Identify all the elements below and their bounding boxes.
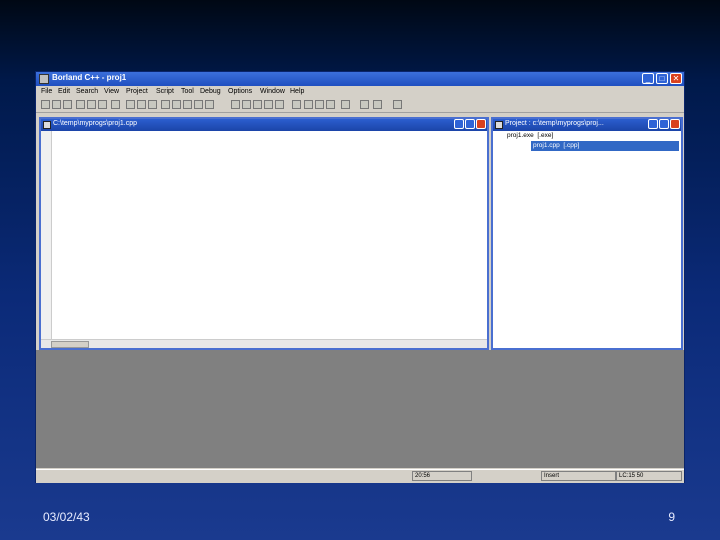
run-icon[interactable] bbox=[194, 100, 203, 109]
project-title-bar[interactable]: Project : c:\temp\myprogs\proj... bbox=[493, 119, 681, 131]
code-editor[interactable] bbox=[41, 131, 487, 340]
borland-ide-window: Borland C++ - proj1 _ □ ✕ File Edit Sear… bbox=[35, 71, 685, 483]
breakpoint-icon[interactable] bbox=[253, 100, 262, 109]
messages-icon[interactable] bbox=[341, 100, 350, 109]
menu-tool[interactable]: Tool bbox=[181, 86, 194, 97]
tree-node-exe[interactable]: proj1.exe [.exe] bbox=[495, 131, 679, 141]
redo-icon[interactable] bbox=[137, 100, 146, 109]
help-icon[interactable] bbox=[393, 100, 402, 109]
find-icon[interactable] bbox=[148, 100, 157, 109]
project-maximize-button[interactable] bbox=[659, 119, 669, 129]
menu-search[interactable]: Search bbox=[76, 86, 98, 97]
horizontal-scrollbar[interactable] bbox=[41, 339, 487, 348]
menu-view[interactable]: View bbox=[104, 86, 119, 97]
project-minimize-button[interactable] bbox=[648, 119, 658, 129]
toolbar bbox=[36, 97, 684, 113]
slide-page-number: 9 bbox=[668, 510, 675, 524]
status-time: 20:56 bbox=[412, 471, 472, 481]
inspect-icon[interactable] bbox=[275, 100, 284, 109]
status-position: LC:15 50 bbox=[616, 471, 682, 481]
menu-help[interactable]: Help bbox=[290, 86, 304, 97]
open-icon[interactable] bbox=[52, 100, 61, 109]
tree-node-cpp[interactable]: proj1.cpp [.cpp] bbox=[531, 141, 679, 151]
toggle-icon[interactable] bbox=[304, 100, 313, 109]
editor-close-button[interactable] bbox=[476, 119, 486, 129]
watch-icon[interactable] bbox=[264, 100, 273, 109]
menu-script[interactable]: Script bbox=[156, 86, 174, 97]
window-cascade-icon[interactable] bbox=[373, 100, 382, 109]
cut-icon[interactable] bbox=[87, 100, 96, 109]
undo-icon[interactable] bbox=[126, 100, 135, 109]
replace-icon[interactable] bbox=[161, 100, 170, 109]
project-tree: proj1.exe [.exe] proj1.cpp [.cpp] bbox=[495, 131, 679, 151]
slide-date: 03/02/43 bbox=[43, 510, 90, 524]
new-file-icon[interactable] bbox=[41, 100, 50, 109]
menu-edit[interactable]: Edit bbox=[58, 86, 70, 97]
editor-maximize-button[interactable] bbox=[465, 119, 475, 129]
menu-options[interactable]: Options bbox=[228, 86, 252, 97]
tree-node-label: proj1.cpp [.cpp] bbox=[533, 142, 580, 149]
editor-title-bar[interactable]: C:\temp\myprogs\proj1.cpp bbox=[41, 119, 487, 131]
status-mode: Insert bbox=[541, 471, 616, 481]
project-close-button[interactable] bbox=[670, 119, 680, 129]
project-title: Project : c:\temp\myprogs\proj... bbox=[505, 120, 604, 127]
editor-file-icon bbox=[43, 121, 51, 129]
scrollbar-thumb[interactable] bbox=[51, 341, 89, 348]
make-icon[interactable] bbox=[183, 100, 192, 109]
step-icon[interactable] bbox=[231, 100, 240, 109]
menu-window[interactable]: Window bbox=[260, 86, 285, 97]
menu-project[interactable]: Project bbox=[126, 86, 148, 97]
editor-window: C:\temp\myprogs\proj1.cpp bbox=[39, 117, 489, 350]
paste-icon[interactable] bbox=[111, 100, 120, 109]
maximize-button[interactable]: □ bbox=[656, 73, 668, 84]
tree-node-label: proj1.exe [.exe] bbox=[507, 132, 554, 139]
status-bar: 20:56 Insert LC:15 50 bbox=[36, 469, 684, 483]
project-icon bbox=[495, 121, 503, 129]
copy-icon[interactable] bbox=[98, 100, 107, 109]
compile-icon[interactable] bbox=[172, 100, 181, 109]
app-icon[interactable] bbox=[39, 74, 49, 84]
minimize-button[interactable]: _ bbox=[642, 73, 654, 84]
cpu-icon[interactable] bbox=[326, 100, 335, 109]
trace-icon[interactable] bbox=[242, 100, 251, 109]
watch-add-icon[interactable] bbox=[315, 100, 324, 109]
stop-icon[interactable] bbox=[205, 100, 214, 109]
save-icon[interactable] bbox=[63, 100, 72, 109]
app-title: Borland C++ - proj1 bbox=[52, 73, 127, 82]
evaluate-icon[interactable] bbox=[292, 100, 301, 109]
editor-minimize-button[interactable] bbox=[454, 119, 464, 129]
close-button[interactable]: ✕ bbox=[670, 73, 682, 84]
menu-bar: File Edit Search View Project Script Too… bbox=[36, 86, 684, 97]
menu-file[interactable]: File bbox=[41, 86, 52, 97]
print-icon[interactable] bbox=[76, 100, 85, 109]
editor-gutter bbox=[41, 131, 52, 340]
project-window: Project : c:\temp\myprogs\proj... proj1.… bbox=[491, 117, 683, 350]
mdi-client-area bbox=[36, 350, 684, 468]
menu-debug[interactable]: Debug bbox=[200, 86, 221, 97]
window-tile-icon[interactable] bbox=[360, 100, 369, 109]
title-bar[interactable]: Borland C++ - proj1 _ □ ✕ bbox=[36, 72, 684, 86]
editor-title: C:\temp\myprogs\proj1.cpp bbox=[53, 120, 138, 127]
